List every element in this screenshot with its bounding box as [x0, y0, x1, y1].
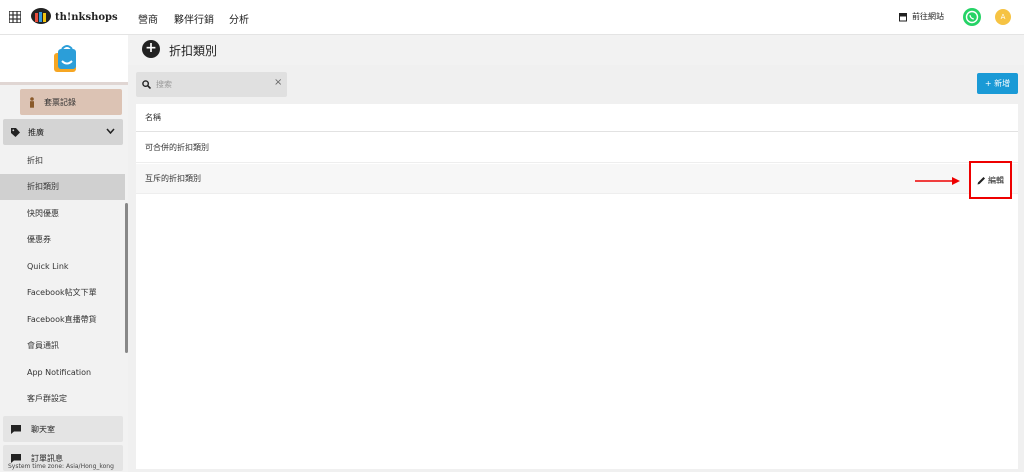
person-icon	[30, 96, 34, 108]
sidebar-item-member-newsletter[interactable]: 會員通訊	[0, 333, 125, 359]
shopping-bag-icon	[54, 45, 76, 72]
annotation-arrow	[915, 177, 960, 185]
search-input[interactable]	[156, 76, 266, 93]
tab-affiliate-marketing[interactable]: 夥伴行銷	[174, 11, 214, 26]
page-header: + 折扣類別	[128, 35, 1024, 65]
sidebar-item-label: 訂單訊息	[31, 453, 63, 463]
sidebar-item-flash-sale[interactable]: 快閃優惠	[0, 201, 125, 227]
sidebar-scrollbar[interactable]	[125, 203, 128, 353]
goto-site-label: 前往網站	[912, 12, 944, 21]
store-icon	[899, 12, 907, 21]
brand-logo[interactable]: th!nkshops	[30, 8, 118, 26]
edit-label: 編輯	[988, 175, 1004, 185]
avatar[interactable]: A	[995, 9, 1011, 25]
table-row[interactable]: 可合併的折扣類別	[136, 133, 1018, 163]
page-title: 折扣類別	[169, 44, 218, 58]
sidebar: 套票記錄 推廣 折扣 折扣類別 快閃優惠 優惠券 Quick Link Face…	[0, 35, 128, 472]
sidebar-item-promotion[interactable]: 推廣	[3, 119, 123, 145]
sidebar-item-label: 聊天室	[31, 424, 55, 434]
sidebar-item-facebook-post-order[interactable]: Facebook帖文下單	[0, 280, 125, 306]
table-row[interactable]: 互斥的折扣類別	[136, 164, 1018, 194]
sidebar-item-customer-group[interactable]: 客戶群設定	[0, 386, 125, 412]
sidebar-item-discount-category[interactable]: 折扣類別	[0, 174, 125, 200]
clear-search-icon[interactable]: ×	[274, 77, 282, 88]
search-icon	[142, 80, 151, 89]
new-button[interactable]: + 新增	[977, 73, 1018, 94]
tab-business[interactable]: 營商	[138, 11, 158, 37]
apps-grid-icon[interactable]	[9, 11, 21, 23]
table-header-name: 名稱	[136, 104, 1018, 132]
sidebar-item-quick-link[interactable]: Quick Link	[0, 254, 125, 280]
message-icon	[11, 453, 21, 463]
pencil-icon	[977, 176, 985, 184]
sidebar-logo-area	[0, 35, 128, 85]
top-bar: th!nkshops 營商 夥伴行銷 分析 前往網站 A	[0, 0, 1024, 37]
sidebar-item-label: 推廣	[28, 127, 44, 137]
tab-analytics[interactable]: 分析	[229, 11, 249, 26]
books-logo-icon	[31, 8, 51, 24]
sidebar-item-chat[interactable]: 聊天室	[3, 416, 123, 442]
sidebar-item-coupon[interactable]: 優惠券	[0, 227, 125, 253]
chat-bubble-icon	[11, 424, 21, 434]
tag-icon	[11, 127, 20, 137]
whatsapp-icon[interactable]	[963, 8, 981, 26]
system-timezone: System time zone: Asia/Hong_kong	[8, 463, 114, 470]
edit-button[interactable]: 編輯	[969, 161, 1012, 199]
discount-category-table: 名稱 可合併的折扣類別 互斥的折扣類別	[136, 104, 1018, 469]
goto-site-link[interactable]: 前往網站	[898, 11, 944, 22]
brand-name: th!nkshops	[55, 11, 118, 23]
sidebar-item-app-notification[interactable]: App Notification	[0, 360, 125, 386]
sidebar-item-facebook-live[interactable]: Facebook直播帶貨	[0, 307, 125, 333]
sidebar-item-label: 套票記錄	[44, 97, 76, 107]
chevron-down-icon	[106, 128, 115, 134]
add-circle-icon[interactable]: +	[142, 40, 160, 58]
sidebar-item-tickets[interactable]: 套票記錄	[20, 89, 122, 115]
sidebar-item-discount[interactable]: 折扣	[0, 148, 125, 174]
search-box: ×	[136, 72, 287, 97]
